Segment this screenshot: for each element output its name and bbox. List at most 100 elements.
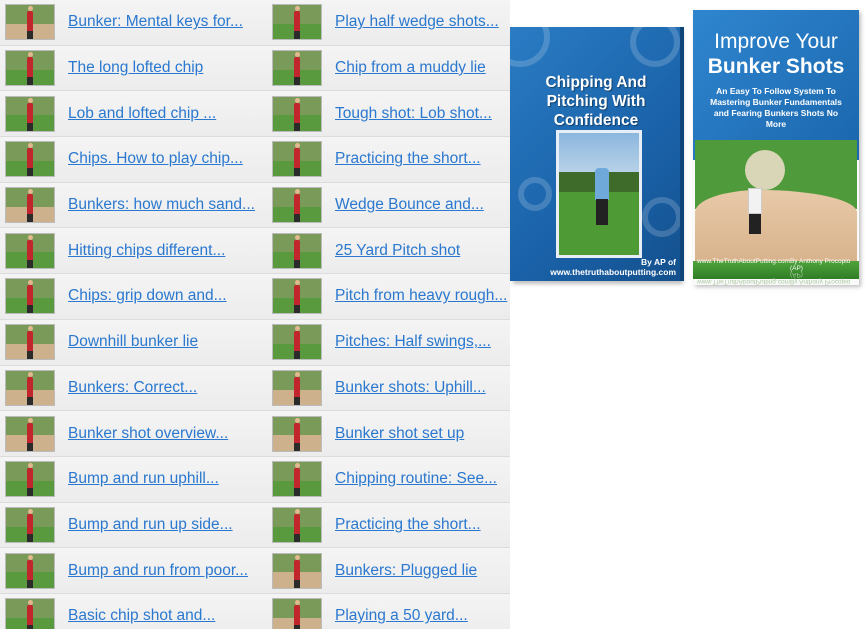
decorative-circle — [518, 177, 552, 211]
video-title-link[interactable]: Tough shot: Lob shot... — [335, 105, 492, 123]
video-title-link[interactable]: Bunkers: Correct... — [68, 379, 197, 397]
video-list-item[interactable]: Bump and run from poor... — [0, 548, 266, 594]
video-thumbnail[interactable] — [272, 598, 322, 629]
video-thumbnail[interactable] — [5, 552, 55, 589]
video-title-link[interactable]: Bump and run from poor... — [68, 562, 248, 580]
video-title-link[interactable]: The long lofted chip — [68, 59, 203, 77]
video-list-item[interactable]: Bunker: Mental keys for... — [0, 0, 266, 46]
video-thumbnail[interactable] — [5, 95, 55, 132]
video-thumbnail[interactable] — [5, 278, 55, 315]
video-title-link[interactable]: Downhill bunker lie — [68, 333, 198, 351]
video-title-link[interactable]: Bunker shots: Uphill... — [335, 379, 486, 397]
ebook-chipping-pitching[interactable]: Chipping And Pitching With Confidence By… — [510, 27, 684, 281]
video-thumbnail[interactable] — [5, 369, 55, 406]
video-list-item[interactable]: Lob and lofted chip ... — [0, 91, 266, 138]
video-list-item[interactable]: Chipping routine: See... — [266, 456, 510, 503]
video-title-link[interactable]: Chips. How to play chip... — [68, 150, 243, 168]
video-title-link[interactable]: Bunker shot set up — [335, 425, 464, 443]
video-thumbnail[interactable] — [5, 141, 55, 178]
video-thumbnail[interactable] — [272, 232, 322, 269]
video-title-link[interactable]: Hitting chips different... — [68, 242, 225, 260]
video-title-link[interactable]: Chipping routine: See... — [335, 470, 497, 488]
video-title-link[interactable]: Pitch from heavy rough... — [335, 287, 507, 305]
video-column-left: Bunker: Mental keys for... The long lofte… — [0, 0, 266, 629]
video-list-item[interactable]: Bunkers: Plugged lie — [266, 548, 510, 594]
video-title-link[interactable]: Bunkers: how much sand... — [68, 196, 255, 214]
ebook-spine — [680, 27, 684, 281]
video-thumbnail[interactable] — [272, 461, 322, 498]
ebook-byline: By AP of www.thetruthaboutputting.com — [550, 257, 676, 277]
video-list-item[interactable]: 25 Yard Pitch shot — [266, 228, 510, 275]
video-thumbnail[interactable] — [5, 415, 55, 452]
video-title-link[interactable]: Bump and run uphill... — [68, 470, 219, 488]
video-title-link[interactable]: Chips: grip down and... — [68, 287, 227, 305]
video-title-link[interactable]: Playing a 50 yard... — [335, 607, 468, 625]
video-thumbnail[interactable] — [5, 506, 55, 543]
video-thumbnail[interactable] — [5, 4, 55, 41]
footer-website: www.TheTruthAboutPutting.com — [697, 258, 790, 265]
video-list-item[interactable]: Tough shot: Lob shot... — [266, 91, 510, 138]
video-thumbnail[interactable] — [272, 552, 322, 589]
video-column-right: Play half wedge shots... Chip from a mudd… — [266, 0, 510, 629]
video-thumbnail[interactable] — [272, 187, 322, 224]
video-list-item[interactable]: Bunker shot overview... — [0, 411, 266, 457]
video-list-item[interactable]: Practicing the short... — [266, 502, 510, 549]
video-title-link[interactable]: Bunker: Mental keys for... — [68, 13, 243, 31]
video-title-link[interactable]: Wedge Bounce and... — [335, 196, 484, 214]
video-title-link[interactable]: Play half wedge shots... — [335, 13, 499, 31]
video-list-item[interactable]: Practicing the short... — [266, 137, 510, 183]
video-list-item[interactable]: Chips. How to play chip... — [0, 137, 266, 183]
video-thumbnail[interactable] — [272, 50, 322, 87]
video-thumbnail[interactable] — [272, 369, 322, 406]
video-title-link[interactable]: 25 Yard Pitch shot — [335, 242, 460, 260]
video-list-item[interactable]: Bunkers: how much sand... — [0, 182, 266, 229]
video-thumbnail[interactable] — [272, 324, 322, 361]
video-list-item[interactable]: Downhill bunker lie — [0, 319, 266, 366]
ebook-title-line2: Bunker Shots — [707, 55, 845, 78]
ebook-bunker-shots[interactable]: Improve Your Bunker Shots An Easy To Fol… — [693, 10, 859, 285]
video-thumbnail[interactable] — [272, 95, 322, 132]
video-title-link[interactable]: Bunkers: Plugged lie — [335, 562, 477, 580]
video-title-link[interactable]: Basic chip shot and... — [68, 607, 215, 625]
video-thumbnail[interactable] — [272, 415, 322, 452]
video-list-item[interactable]: Bunker shots: Uphill... — [266, 365, 510, 412]
video-list-item[interactable]: Playing a 50 yard... — [266, 593, 510, 629]
cover-reflection: www.TheTruthAboutPutting.com By Anthony … — [697, 271, 851, 285]
video-list-item[interactable]: Chips: grip down and... — [0, 274, 266, 320]
video-thumbnail[interactable] — [272, 141, 322, 178]
video-thumbnail[interactable] — [5, 50, 55, 87]
video-title-link[interactable]: Bump and run up side... — [68, 516, 233, 534]
video-title-link[interactable]: Chip from a muddy lie — [335, 59, 486, 77]
video-list-item[interactable]: Pitch from heavy rough... — [266, 274, 510, 320]
video-list-item[interactable]: Bunker shot set up — [266, 411, 510, 457]
ebook-subtitle: An Easy To Follow System To Mastering Bu… — [710, 86, 842, 129]
video-list-item[interactable]: Bunkers: Correct... — [0, 365, 266, 412]
video-grid: Bunker: Mental keys for... The long lofte… — [0, 0, 510, 629]
video-thumbnail[interactable] — [5, 461, 55, 498]
video-title-link[interactable]: Practicing the short... — [335, 150, 481, 168]
video-thumbnail[interactable] — [5, 324, 55, 361]
video-list-item[interactable]: The long lofted chip — [0, 45, 266, 92]
video-thumbnail[interactable] — [272, 278, 322, 315]
video-title-link[interactable]: Practicing the short... — [335, 516, 481, 534]
video-thumbnail[interactable] — [5, 232, 55, 269]
video-list-item[interactable]: Chip from a muddy lie — [266, 45, 510, 92]
video-thumbnail[interactable] — [272, 4, 322, 41]
video-list-item[interactable]: Wedge Bounce and... — [266, 182, 510, 229]
footer-author: By Anthony Procopio (AP) — [789, 258, 851, 272]
video-title-link[interactable]: Lob and lofted chip ... — [68, 105, 216, 123]
video-list-item[interactable]: Pitches: Half swings,... — [266, 319, 510, 366]
decorative-circle — [642, 197, 680, 237]
video-list-item[interactable]: Bump and run up side... — [0, 502, 266, 549]
video-list-item[interactable]: Hitting chips different... — [0, 228, 266, 275]
video-title-link[interactable]: Bunker shot overview... — [68, 425, 228, 443]
video-list-item[interactable]: Play half wedge shots... — [266, 0, 510, 46]
video-list-item[interactable]: Basic chip shot and... — [0, 593, 266, 629]
video-title-link[interactable]: Pitches: Half swings,... — [335, 333, 491, 351]
video-thumbnail[interactable] — [5, 598, 55, 629]
ebook-title-line1: Improve Your — [714, 30, 838, 53]
video-list-item[interactable]: Bump and run uphill... — [0, 456, 266, 503]
video-thumbnail[interactable] — [272, 506, 322, 543]
video-thumbnail[interactable] — [5, 187, 55, 224]
cover-footer-text: www.TheTruthAboutPutting.com By Anthony … — [697, 258, 855, 272]
